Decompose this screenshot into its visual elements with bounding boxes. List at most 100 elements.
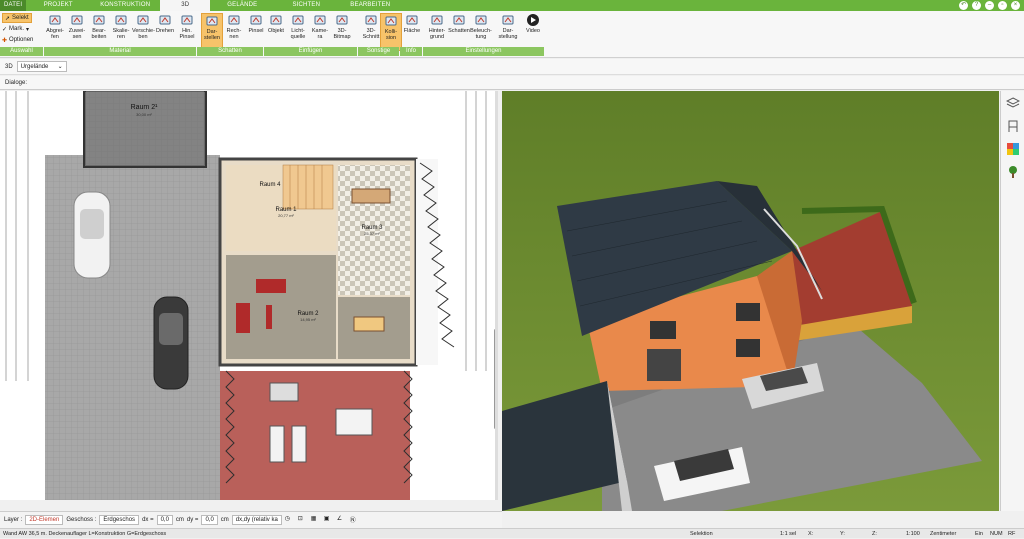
layer-select[interactable]: 2D-Elemen [25, 515, 64, 525]
ribbon-label: tung [475, 34, 487, 40]
ribbon-button-camera[interactable]: Kame-ra [309, 13, 331, 51]
floor-select[interactable]: Urgelände ⌄ [16, 61, 67, 72]
ribbon-button-brush[interactable]: Hin. Pinsel [176, 13, 198, 51]
ribbon-button-rotate[interactable]: Drehen [154, 13, 176, 51]
chair-icon[interactable] [1006, 119, 1020, 133]
group-auswahl: Auswahl [0, 47, 43, 56]
ribbon-button-background[interactable]: Hinter-grund [426, 13, 448, 51]
bitmap-icon [336, 15, 348, 25]
ribbon-label: grund [429, 34, 445, 40]
dx-label: dx = [142, 517, 154, 523]
sofa [256, 279, 286, 293]
dy-label: dy = [186, 517, 199, 523]
restore-icon[interactable]: ▫ [998, 1, 1007, 10]
palette-icon[interactable] [1006, 142, 1020, 156]
ribbon-button-edit[interactable]: Bear-beiten [88, 13, 110, 51]
ribbon-button-scale[interactable]: Skalie-ren [110, 13, 132, 51]
ribbon-label: fen [51, 34, 59, 40]
tab-datei[interactable]: DATEI [0, 0, 27, 11]
ribbon-button-light[interactable]: Licht-quelle [287, 13, 309, 51]
rotate-icon [159, 15, 171, 25]
chevron-down-icon: ⌄ [57, 64, 63, 70]
3d-view[interactable] [502, 91, 999, 511]
tab-sichten[interactable]: SICHTEN [274, 0, 338, 11]
cursor-icon: ➚ [5, 15, 11, 22]
plan-scrollbar[interactable] [494, 329, 495, 429]
ribbon-button-lighting[interactable]: Beleuch-tung [470, 13, 492, 51]
layers-icon[interactable] [1005, 96, 1020, 110]
light-icon [292, 15, 304, 25]
dy-input[interactable]: 0,0 [201, 515, 218, 525]
status-toolbar: Layer : 2D-Elemen Geschoss : Erdgeschos … [0, 511, 502, 528]
ribbon-label: sion [385, 35, 397, 41]
dx-input[interactable]: 0,0 [156, 515, 173, 525]
undo-icon[interactable]: ↶ [959, 1, 968, 10]
grid-icon[interactable]: ▦ [311, 515, 321, 525]
snap-icon[interactable]: ⊡ [298, 515, 308, 525]
ribbon-button-eyedropper[interactable]: Abgrei-fen [44, 13, 66, 51]
ribbon-button-display[interactable]: Dar-stellen [201, 13, 223, 51]
ribbon-button-bitmap[interactable]: 3D- Bitmap [331, 13, 353, 51]
svg-text:14,95 m²: 14,95 m² [300, 317, 316, 322]
ribbon-label: stellen [204, 35, 220, 41]
plus-icon: ✚ [2, 37, 8, 44]
ribbon-label: Schnitt [362, 34, 380, 40]
footer-status: Wand AW 36,5 m. Deckenauflager L=Konstru… [0, 528, 1024, 538]
ribbon-button-area[interactable]: Fläche [401, 13, 423, 51]
help-icon[interactable]: ? [972, 1, 981, 10]
ribbon-button-assign[interactable]: Zuwei-sen [66, 13, 88, 51]
ribbon-button-calc[interactable]: Rech-nen [223, 13, 245, 51]
ribbon-button-paint[interactable]: Pinsel [245, 13, 267, 51]
mark-button[interactable]: ✓ Mark. ▾ [2, 24, 29, 34]
video-icon [527, 14, 539, 26]
north-icon[interactable]: Ⓝ [350, 515, 360, 525]
select-button[interactable]: ➚ Selekt [2, 13, 32, 23]
tab-konstruktion[interactable]: KONSTRUKTION [90, 0, 160, 11]
staircase [282, 164, 334, 210]
room-label-4: Raum 4 [259, 182, 281, 188]
minimize-icon[interactable]: – [985, 1, 994, 10]
section-icon [365, 15, 377, 25]
ribbon-label: Schatten [448, 28, 470, 34]
tab-projekt[interactable]: PROJEKT [26, 0, 90, 11]
ribbon-button-section[interactable]: 3D- Schnitt [360, 13, 382, 51]
area-icon [406, 15, 418, 25]
svg-text:30,00 m²: 30,00 m² [136, 112, 152, 117]
object-icon [270, 15, 282, 25]
coord-mode-select[interactable]: dx,dy (relativ ka [231, 515, 282, 525]
ribbon-button-view[interactable]: Dar-stellung [497, 13, 519, 51]
ribbon-button-video[interactable]: Video [522, 13, 544, 51]
ribbon-button-object[interactable]: Objekt [265, 13, 287, 51]
floor-plan-drawing: Raum 2¹ 30,00 m² Raum 4 Raum 1 20,77 m² … [5, 91, 487, 500]
tree-icon[interactable] [1006, 165, 1020, 179]
options-button[interactable]: ✚ Optionen [2, 35, 33, 45]
brush-icon [181, 15, 193, 25]
group-info: Info [400, 47, 422, 56]
ribbon-label: Pinsel [179, 34, 195, 40]
ribbon-button-collision[interactable]: Kolli-sion [380, 13, 402, 51]
car-top [73, 191, 111, 279]
lock-icon[interactable]: ▣ [324, 515, 334, 525]
lighting-icon [475, 15, 487, 25]
ribbon: ➚ Selekt ✓ Mark. ▾ ✚ Optionen Abgrei-fen Zuwe… [0, 11, 1024, 58]
ribbon-label: nen [229, 34, 239, 40]
ribbon-button-move[interactable]: Verschie-ben [132, 13, 155, 51]
geschoss-select[interactable]: Erdgeschos [99, 515, 140, 525]
display-icon [206, 16, 218, 26]
clock-icon[interactable]: ◷ [285, 515, 295, 525]
ribbon-label: Fläche [403, 28, 421, 34]
mark-icon: ✓ [2, 26, 8, 33]
right-toolbar [1000, 91, 1024, 511]
angle-icon[interactable]: ∠ [337, 515, 347, 525]
ribbon-button-shadow[interactable]: Schatten [448, 13, 470, 51]
tab-bearbeiten[interactable]: BEARBEITEN [338, 0, 402, 11]
ribbon-label: sen [72, 34, 82, 40]
close-icon[interactable]: × [1011, 1, 1020, 10]
shadow-icon [453, 15, 465, 25]
tab-gelaende[interactable]: GELÄNDE [210, 0, 274, 11]
floor-plan-view[interactable]: Raum 2¹ 30,00 m² Raum 4 Raum 1 20,77 m² … [0, 91, 498, 500]
paint-icon [250, 15, 262, 25]
group-schatten: Schatten [197, 47, 263, 56]
tab-3d[interactable]: 3D [160, 0, 211, 11]
ribbon-label: Objekt [268, 28, 284, 34]
